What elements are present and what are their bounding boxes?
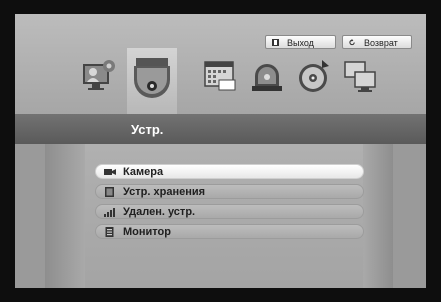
menu-item-label: Монитор [123,226,171,238]
storage-icon [105,187,114,197]
menu-item-storage[interactable]: Устр. хранения [95,184,364,199]
display-settings-icon[interactable] [79,56,119,96]
menu-item-monitor[interactable]: Монитор [95,224,364,239]
dvr-frame: Выход Возврат Устр. Камера Устр. хранени… [0,0,441,302]
monitor-icon [105,227,114,237]
back-button[interactable]: Возврат [342,35,412,49]
network-icon[interactable] [341,56,381,96]
alarm-event-icon[interactable] [247,56,287,96]
menu-item-label: Устр. хранения [123,186,206,198]
left-pillar [45,144,85,288]
menu-item-label: Удален. устр. [123,206,196,218]
right-pillar [363,144,393,288]
menu-item-remote-device[interactable]: Удален. устр. [95,204,364,219]
menu-item-label: Камера [123,166,164,178]
dome-camera-icon[interactable] [127,48,177,118]
record-schedule-icon[interactable] [201,56,241,96]
back-arrow-icon [349,39,355,46]
exit-button[interactable]: Выход [265,35,336,49]
exit-label: Выход [287,38,314,48]
remote-device-icon [104,208,115,217]
camera-icon [104,169,116,175]
section-titlebar: Устр. [15,114,426,144]
backup-disc-icon[interactable] [295,56,335,96]
menu-screen: Выход Возврат Устр. Камера Устр. хранени… [15,14,426,288]
menu-item-camera[interactable]: Камера [95,164,364,179]
page-title: Устр. [131,122,164,137]
exit-icon [272,39,279,46]
menu-content: Камера Устр. хранения Удален. устр. Мони… [15,144,426,288]
back-label: Возврат [364,38,398,48]
